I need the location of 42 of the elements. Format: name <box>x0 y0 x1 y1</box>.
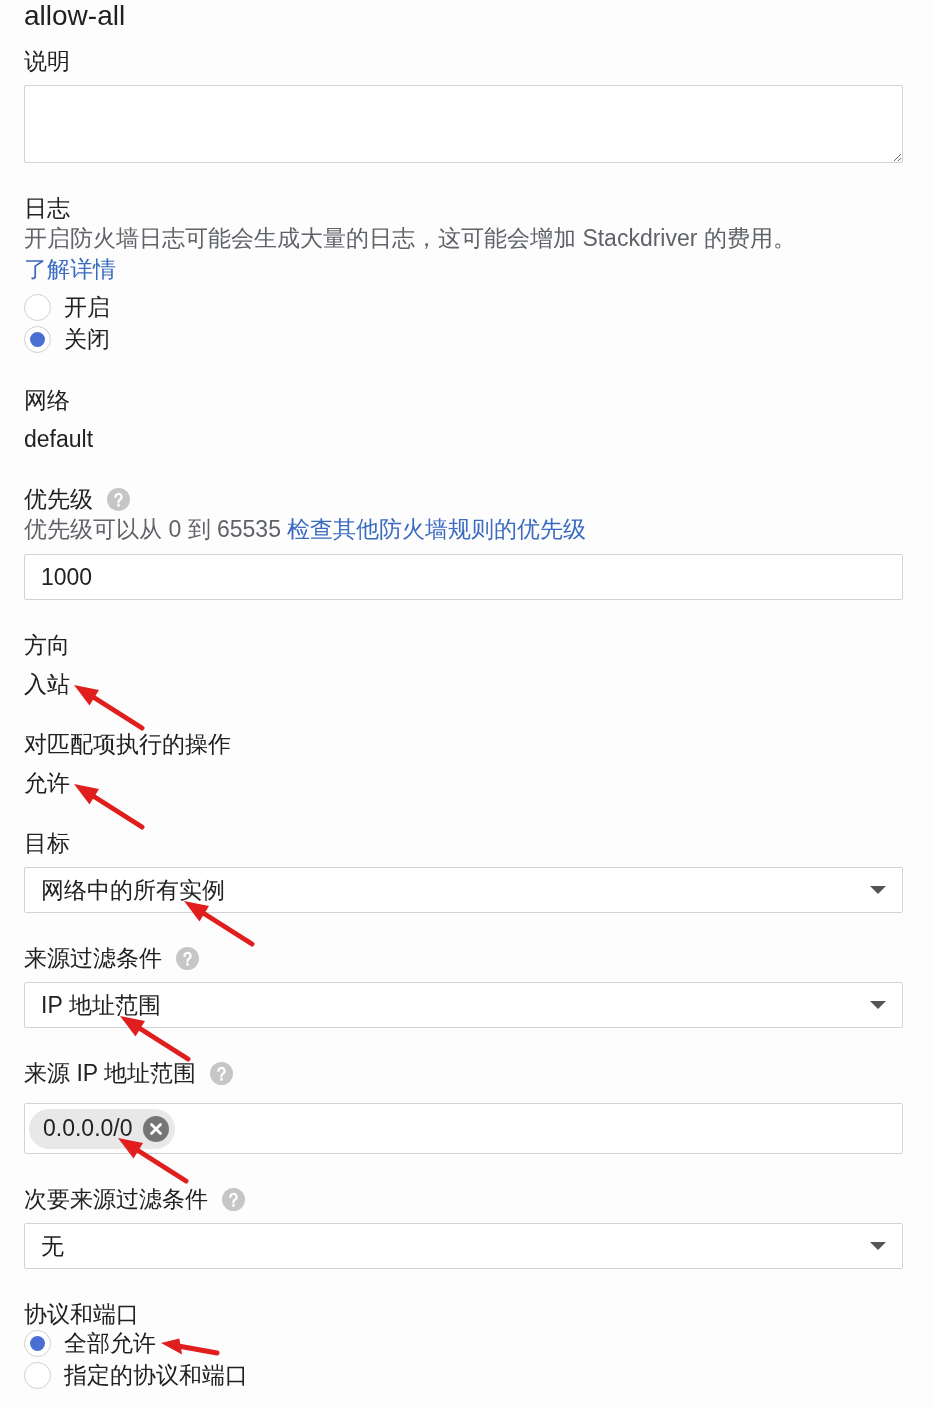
field-description: 优先级可以从 0 到 65535 检查其他防火墙规则的优先级 <box>24 515 588 544</box>
caret-icon <box>870 1242 886 1250</box>
help-link[interactable]: 检查其他防火墙规则的优先级 <box>287 516 587 542</box>
dropdown[interactable]: 网络中的所有实例 <box>24 867 903 913</box>
radio-button[interactable] <box>24 1361 51 1389</box>
field-value: 入站 <box>24 671 70 697</box>
help-icon[interactable] <box>222 1187 245 1211</box>
input-field[interactable]: 1000 <box>24 554 903 600</box>
chip-input-field[interactable]: 0.0.0.0/0 <box>24 1103 903 1154</box>
radio-label: 开启 <box>64 294 110 320</box>
radio-button[interactable] <box>24 293 51 321</box>
field-label: 来源 IP 地址范围 <box>24 1059 197 1088</box>
field-value: 允许 <box>24 770 70 796</box>
field-label: 网络 <box>24 386 70 415</box>
radio-label: 全部允许 <box>64 1330 156 1356</box>
dropdown[interactable]: 无 <box>24 1223 903 1269</box>
field-label: 日志 <box>24 194 70 223</box>
field-label: 来源过滤条件 <box>24 944 162 973</box>
field-description: 开启防火墙日志可能会生成大量的日志，这可能会增加 Stackdriver 的费用。 了解详情 <box>24 224 797 284</box>
dropdown[interactable]: IP 地址范围 <box>24 982 903 1028</box>
help-icon[interactable] <box>210 1061 234 1085</box>
help-icon[interactable] <box>107 487 130 511</box>
radio-label: 指定的协议和端口 <box>64 1362 248 1388</box>
remove-icon[interactable] <box>142 1115 169 1142</box>
help-link[interactable]: 了解详情 <box>24 256 116 282</box>
field-label: 目标 <box>24 829 70 858</box>
field-label: 对匹配项执行的操作 <box>24 730 231 759</box>
field-label: 协议和端口 <box>24 1300 139 1329</box>
caret-icon <box>870 1001 886 1009</box>
radio-label: 关闭 <box>64 326 110 352</box>
radio-button[interactable] <box>24 325 51 353</box>
field-value: default <box>24 426 94 452</box>
ip-range-chip: 0.0.0.0/0 <box>29 1108 175 1149</box>
rule-name: allow-all <box>24 0 126 32</box>
text-area[interactable] <box>24 85 903 163</box>
field-label: 说明 <box>24 47 70 76</box>
help-icon[interactable] <box>176 946 199 970</box>
field-label: 优先级 <box>24 485 93 514</box>
field-label: 次要来源过滤条件 <box>24 1185 208 1214</box>
caret-icon <box>870 886 886 894</box>
radio-button[interactable] <box>24 1329 51 1357</box>
field-label: 方向 <box>24 631 70 660</box>
